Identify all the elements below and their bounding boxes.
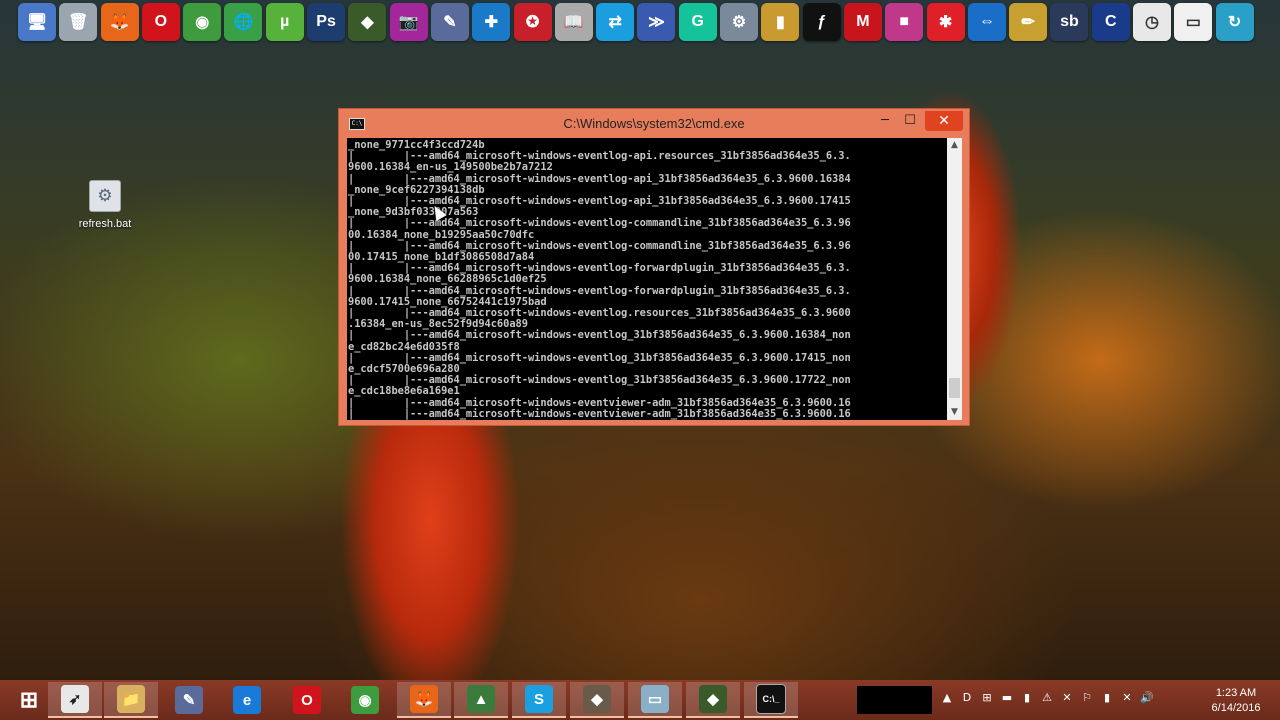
taskbar-clock[interactable]: 1:23 AM 6/14/2016 [1206,686,1266,716]
batch-file-icon: ⚙ [89,180,121,212]
desktop-icon-refresh-bat[interactable]: ⚙ refresh.bat [72,180,138,230]
clock-time: 1:23 AM [1215,687,1257,699]
pencil-icon[interactable]: ✏ [1009,3,1048,41]
taskbar-blank-area [857,686,932,714]
manual-icon[interactable]: 📖 [554,3,593,41]
console-line: e_cdc18be8e6a169e1 [348,385,460,398]
taskbar-explorer-icon: 📁 [117,685,145,713]
scroll-up-arrow[interactable]: ▲ [947,138,962,153]
tray-icon[interactable]: D [960,690,974,704]
grammarly-icon[interactable]: G [678,3,717,41]
tray-icon[interactable]: ⚠ [1040,690,1054,704]
utorrent-icon[interactable]: µ [265,3,304,41]
system-tray: ▲ D ⊞ ▬ ▮ ⚠ ✕ ⚐ ▮ ✕ 🔊 [940,690,1154,704]
teamviewer-icon[interactable]: ⇔ [967,3,1006,41]
share-icon[interactable]: ⇄ [596,3,635,41]
taskbar-cmd[interactable]: C:\_ [744,682,798,718]
taskbar-ie-icon: e [233,686,261,714]
desktop-shortcut-bar: 🖥 🗑 🦊 O ◉ 🌐 µ Ps ◆ 📷 ✎ ✚ ✪ 📖 ⇄ ≫ G ⚙ ▮ ƒ M ■ ✱ ⇔ ✏ sb C ◷ ▭ ↻ [18,3,1254,43]
taskbar-firefox-icon: 🦊 [410,685,438,713]
minimize-button[interactable]: ─ [875,111,895,131]
tray-icon[interactable]: ▲ [940,690,954,704]
tray-icon[interactable]: ▬ [1000,690,1014,704]
camera-icon[interactable]: 📷 [389,3,428,41]
tray-icon[interactable]: ▮ [1100,690,1114,704]
taskbar-chrome[interactable]: ◉ [338,682,392,718]
tray-icon[interactable]: 🔊 [1140,690,1154,704]
taskbar-tool[interactable]: ✎ [162,682,216,718]
taskbar-opera[interactable]: O [280,682,334,718]
taskbar-skype[interactable]: S [512,682,566,718]
folder-icon[interactable]: ▭ [1174,3,1213,41]
settings-icon[interactable]: ⚙ [720,3,759,41]
tray-icon[interactable]: ⊞ [980,690,994,704]
firefox-icon[interactable]: 🦊 [100,3,139,41]
photoshop-icon[interactable]: Ps [307,3,346,41]
cmd-titlebar[interactable]: C:\ C:\Windows\system32\cmd.exe ─ ☐ ✕ [339,109,969,137]
taskbar-app-green-icon: ◆ [699,685,727,713]
tray-icon[interactable]: ✕ [1060,690,1074,704]
scroll-down-arrow[interactable]: ▼ [947,405,962,420]
ccleaner-icon[interactable]: C [1091,3,1130,41]
clock-date: 6/14/2016 [1211,702,1261,714]
pinwheel-icon[interactable]: ✱ [926,3,965,41]
taskbar-firefox[interactable]: 🦊 [397,682,451,718]
taskbar-app-green[interactable]: ◆ [686,682,740,718]
opera-icon[interactable]: O [141,3,180,41]
clock-icon[interactable]: ◷ [1133,3,1172,41]
taskbar-cursor-app-icon: ➶ [61,685,89,713]
console-output[interactable]: _none_9771cc4f3ccd724b | |---amd64_micros… [347,138,947,420]
mcafee-icon[interactable]: M [843,3,882,41]
tray-icon[interactable]: ▮ [1020,690,1034,704]
book-icon[interactable]: ▮ [761,3,800,41]
globe-icon[interactable]: 🌐 [224,3,263,41]
app-icon[interactable]: ◆ [348,3,387,41]
sb-icon[interactable]: sb [1050,3,1089,41]
toolbox-icon[interactable]: ✚ [472,3,511,41]
console-line: | |---amd64_microsoft-windows-eventlog_3… [348,329,851,342]
tool-icon[interactable]: ✎ [430,3,469,41]
taskbar-cursor-app[interactable]: ➶ [48,682,102,718]
computer-icon[interactable]: 🖥 [18,3,56,41]
refresh-icon[interactable]: ↻ [1215,3,1254,41]
taskbar-ie[interactable]: e [220,682,274,718]
chrome-icon[interactable]: ◉ [183,3,222,41]
console-line: | |---amd64_microsoft-windows-eventviewe… [348,407,851,420]
taskbar-chart-app-icon: ▲ [467,685,495,713]
taskbar-tool-icon: ✎ [175,686,203,714]
console-line: 9600.16384_none_66288965c1d0ef25 [348,273,547,286]
taskbar-notes-icon: ▭ [641,685,669,713]
award-icon[interactable]: ✪ [513,3,552,41]
taskbar-app-red[interactable]: ◆ [570,682,624,718]
maximize-button[interactable]: ☐ [900,111,920,131]
taskbar-explorer[interactable]: 📁 [104,682,158,718]
console-text: _none_9771cc4f3ccd724b | |---amd64_micros… [347,138,947,420]
taskbar-notes[interactable]: ▭ [628,682,682,718]
scroll-thumb[interactable] [949,378,960,398]
speed-icon[interactable]: ≫ [637,3,676,41]
vertical-scrollbar[interactable]: ▲ ▼ [947,138,962,420]
taskbar-cmd-icon: C:\_ [756,684,786,714]
console-line: 9600.16384_en-us_149500be2b7a7212 [348,161,553,174]
recycle-bin-icon[interactable]: 🗑 [59,3,98,41]
desktop-icon-label: refresh.bat [78,218,132,230]
start-button-icon: ⊞ [19,687,39,712]
flash-icon[interactable]: ƒ [802,3,841,41]
close-button[interactable]: ✕ [925,111,963,131]
tray-icon[interactable]: ⚐ [1080,690,1094,704]
taskbar-chart-app[interactable]: ▲ [454,682,508,718]
taskbar-skype-icon: S [525,685,553,713]
taskbar-app-red-icon: ◆ [583,685,611,713]
cmd-window[interactable]: C:\ C:\Windows\system32\cmd.exe ─ ☐ ✕ _n… [338,108,970,426]
taskbar-chrome-icon: ◉ [351,686,379,714]
taskbar-opera-icon: O [293,686,321,714]
app-pink-icon[interactable]: ■ [885,3,924,41]
tray-icon[interactable]: ✕ [1120,690,1134,704]
